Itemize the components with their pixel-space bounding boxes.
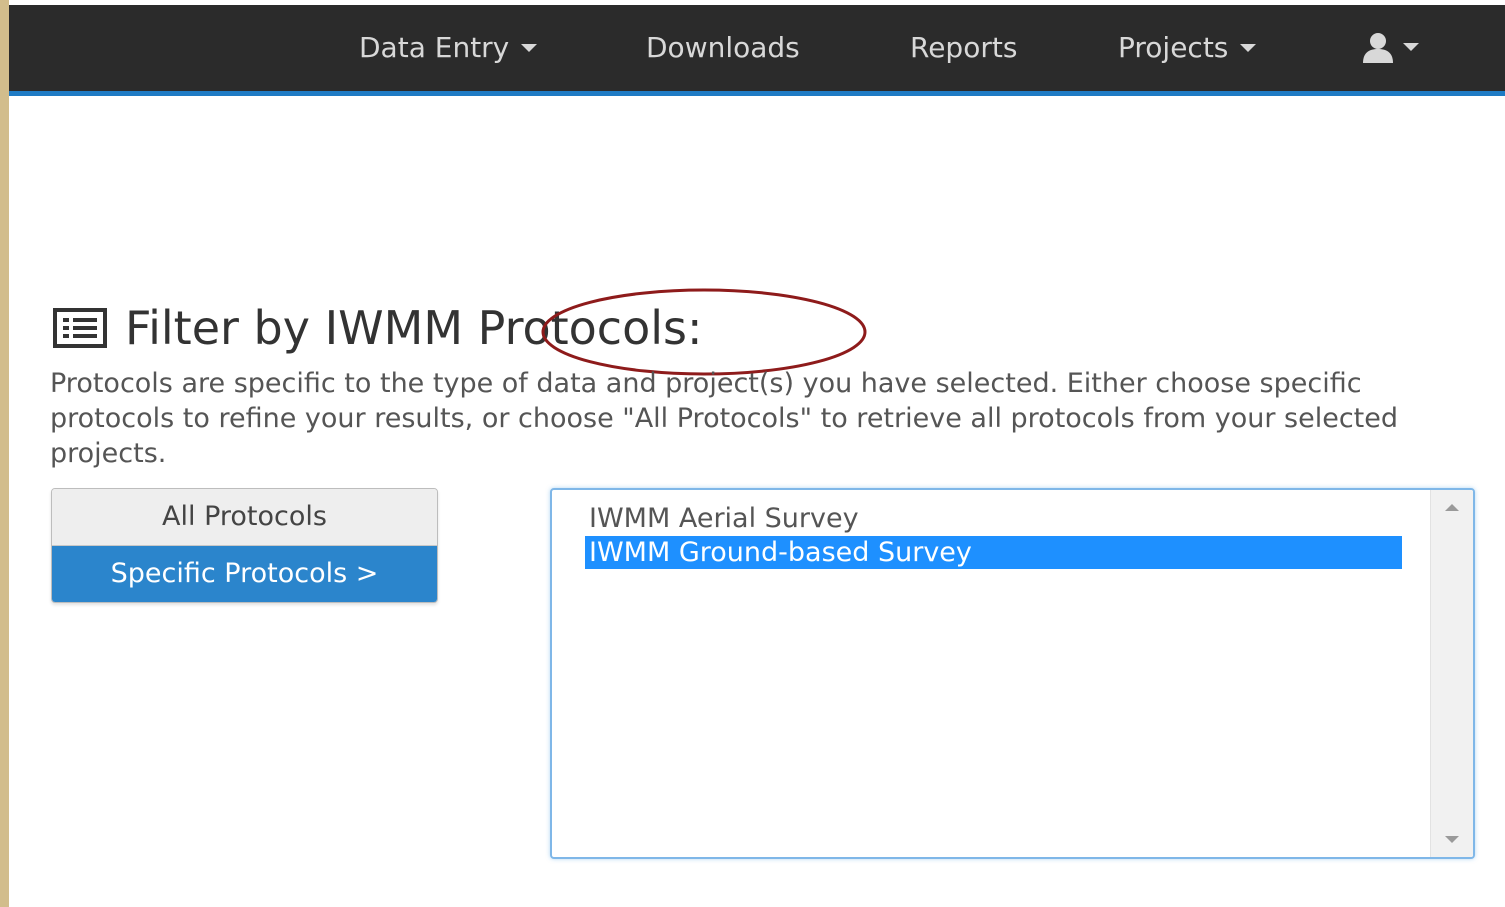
protocol-mode-toggle: All Protocols Specific Protocols > [51, 488, 438, 603]
nav-projects-dropdown[interactable]: Projects [1118, 5, 1257, 91]
section-description: Protocols are specific to the type of da… [50, 368, 1398, 469]
user-icon [1363, 33, 1393, 63]
list-icon [53, 308, 107, 348]
specific-protocols-button[interactable]: Specific Protocols > [52, 546, 437, 602]
listbox-scrollbar[interactable] [1430, 490, 1473, 857]
nav-data-entry-dropdown[interactable]: Data Entry [359, 5, 538, 91]
nav-downloads-label: Downloads [646, 31, 800, 64]
top-navbar: Data Entry Downloads Reports Projects [9, 5, 1505, 96]
user-menu-dropdown[interactable] [1361, 32, 1419, 66]
list-option-selected[interactable]: IWMM Ground-based Survey [585, 536, 1402, 569]
nav-downloads-link[interactable]: Downloads [646, 5, 800, 91]
app-window: Data Entry Downloads Reports Projects Fi… [9, 0, 1505, 907]
nav-reports-label: Reports [910, 31, 1018, 64]
chevron-down-icon [1240, 44, 1257, 52]
scroll-down-arrow-icon[interactable] [1445, 836, 1459, 843]
scroll-up-arrow-icon[interactable] [1445, 504, 1459, 511]
all-protocols-button[interactable]: All Protocols [52, 489, 437, 546]
protocol-listbox[interactable]: IWMM Aerial Survey IWMM Ground-based Sur… [550, 488, 1475, 859]
nav-reports-link[interactable]: Reports [910, 5, 1017, 91]
list-option[interactable]: IWMM Aerial Survey [585, 502, 1402, 535]
nav-data-entry-label: Data Entry [359, 31, 510, 64]
nav-projects-label: Projects [1118, 31, 1229, 64]
chevron-down-icon [521, 44, 538, 52]
chevron-down-icon [1403, 43, 1419, 51]
